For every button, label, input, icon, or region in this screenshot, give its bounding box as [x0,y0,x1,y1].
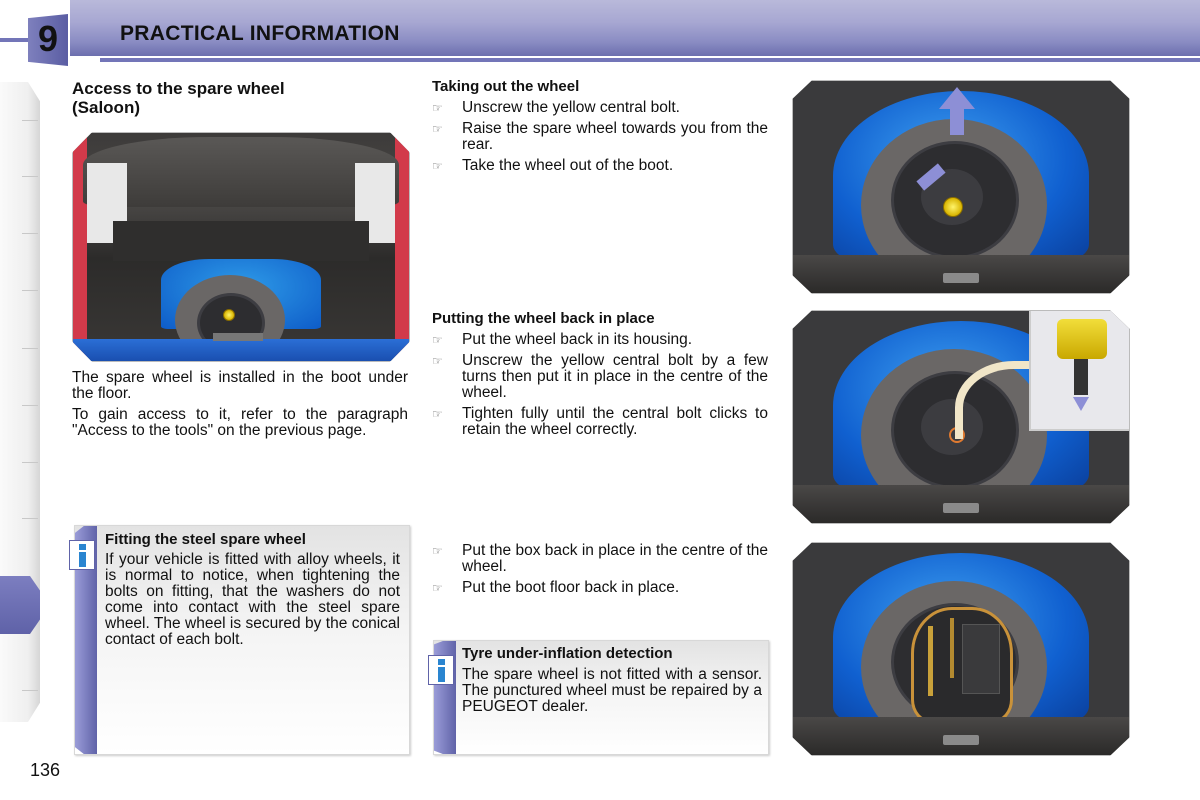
step-item: ☞ Tighten fully until the central bolt cl… [432,406,768,438]
section-heading-line1: Access to the spare wheel [72,79,285,98]
photo-putting-back-wheel [792,310,1130,524]
putting-back-steps: ☞ Put the wheel back in its housing. ☞ Uns… [432,332,768,443]
pointing-hand-icon: ☞ [432,581,443,595]
pointing-hand-icon: ☞ [432,159,443,173]
putting-back-heading: Putting the wheel back in place [432,310,655,327]
central-bolt [943,197,963,217]
boot-latch [213,333,263,341]
boot-latch [943,273,979,283]
info-box-tyre-detection: Tyre under-inflation detection The spare… [428,640,769,755]
pointing-hand-icon: ☞ [432,122,443,136]
bumper [73,339,409,361]
page-title: PRACTICAL INFORMATION [120,22,400,45]
info-box-title: Fitting the steel spare wheel [105,531,306,548]
intro-paragraph: The spare wheel is installed in the boot… [72,369,408,402]
step-item: ☞ Raise the spare wheel towards you from … [432,121,768,153]
boot-latch [943,735,979,745]
index-tab-divider [22,348,38,349]
photo-toolbox-in-wheel [792,542,1130,756]
intro-paragraph: To gain access to it, refer to the parag… [72,406,408,439]
step-text: Unscrew the yellow central bolt by a few… [462,352,768,401]
step-text: Unscrew the yellow central bolt. [462,99,680,116]
step-item: ☞ Take the wheel out of the boot. [432,158,768,174]
pointing-hand-icon: ☞ [432,101,443,115]
index-tab-divider [22,462,38,463]
tool-box [911,607,1013,723]
section-heading: Access to the spare wheel (Saloon) [72,79,285,117]
taking-out-steps: ☞ Unscrew the yellow central bolt. ☞ Raise… [432,100,768,179]
step-item: ☞ Put the box back in place in the centre… [432,543,768,575]
step-item: ☞ Put the boot floor back in place. [432,580,768,596]
info-icon-dot [438,659,445,665]
step-text: Put the box back in place in the centre … [462,542,768,575]
info-icon-bar [79,552,86,567]
info-box-title: Tyre under-inflation detection [462,645,673,662]
index-tab-divider [22,690,38,691]
index-tab-active-chapter[interactable] [0,576,40,634]
index-tab-divider [22,176,38,177]
index-tab-divider [22,233,38,234]
chapter-header: 9 PRACTICAL INFORMATION [0,0,1200,66]
section-heading-line2: (Saloon) [72,98,140,117]
info-icon-bar [438,667,445,682]
page-number: 136 [30,760,61,780]
info-icon [428,655,454,685]
index-tab-divider [22,405,38,406]
info-box-steel-wheel: Fitting the steel spare wheel If your ve… [69,525,410,755]
index-tab-divider [22,518,38,519]
pointing-hand-icon: ☞ [432,407,443,421]
taking-out-heading: Taking out the wheel [432,78,580,95]
step-text: Raise the spare wheel towards you from t… [462,120,768,153]
info-box-text: If your vehicle is fitted with alloy whe… [105,551,400,648]
info-box-text: The spare wheel is not fitted with a sen… [462,666,762,715]
lift-arrow-icon [939,87,975,109]
final-steps: ☞ Put the box back in place in the centre… [432,543,768,601]
bolt-shaft [1074,359,1088,395]
index-tab-divider [22,290,38,291]
step-text: Tighten fully until the central bolt cli… [462,405,768,438]
wheelbrace-icon [928,626,933,696]
info-icon [69,540,95,570]
parcel-shelf [83,137,399,207]
pointing-hand-icon: ☞ [432,544,443,558]
header-rule [100,58,1200,62]
step-text: Take the wheel out of the boot. [462,157,674,174]
index-tab-divider [22,120,38,121]
photo-taking-out-wheel [792,80,1130,294]
yellow-bolt-icon [1057,319,1107,359]
central-bolt [223,309,235,321]
bolt-detail-inset [1029,311,1129,431]
chapter-number: 9 [37,18,59,59]
boot-latch [943,503,979,513]
intro-text: The spare wheel is installed in the boot… [72,370,408,444]
boot-photo [72,132,410,362]
down-arrow-icon [1073,397,1089,411]
step-text: Put the wheel back in its housing. [462,331,693,348]
boot-cover [113,221,369,261]
pointing-hand-icon: ☞ [432,354,443,368]
jack-handle-icon [950,618,954,678]
step-item: ☞ Unscrew the yellow central bolt. [432,100,768,116]
pointing-hand-icon: ☞ [432,333,443,347]
step-text: Put the boot floor back in place. [462,579,680,596]
info-icon-dot [79,544,86,550]
step-item: ☞ Unscrew the yellow central bolt by a fe… [432,353,768,401]
lift-arrow-shaft [950,109,964,135]
jack-icon [962,624,1000,694]
step-item: ☞ Put the wheel back in its housing. [432,332,768,348]
